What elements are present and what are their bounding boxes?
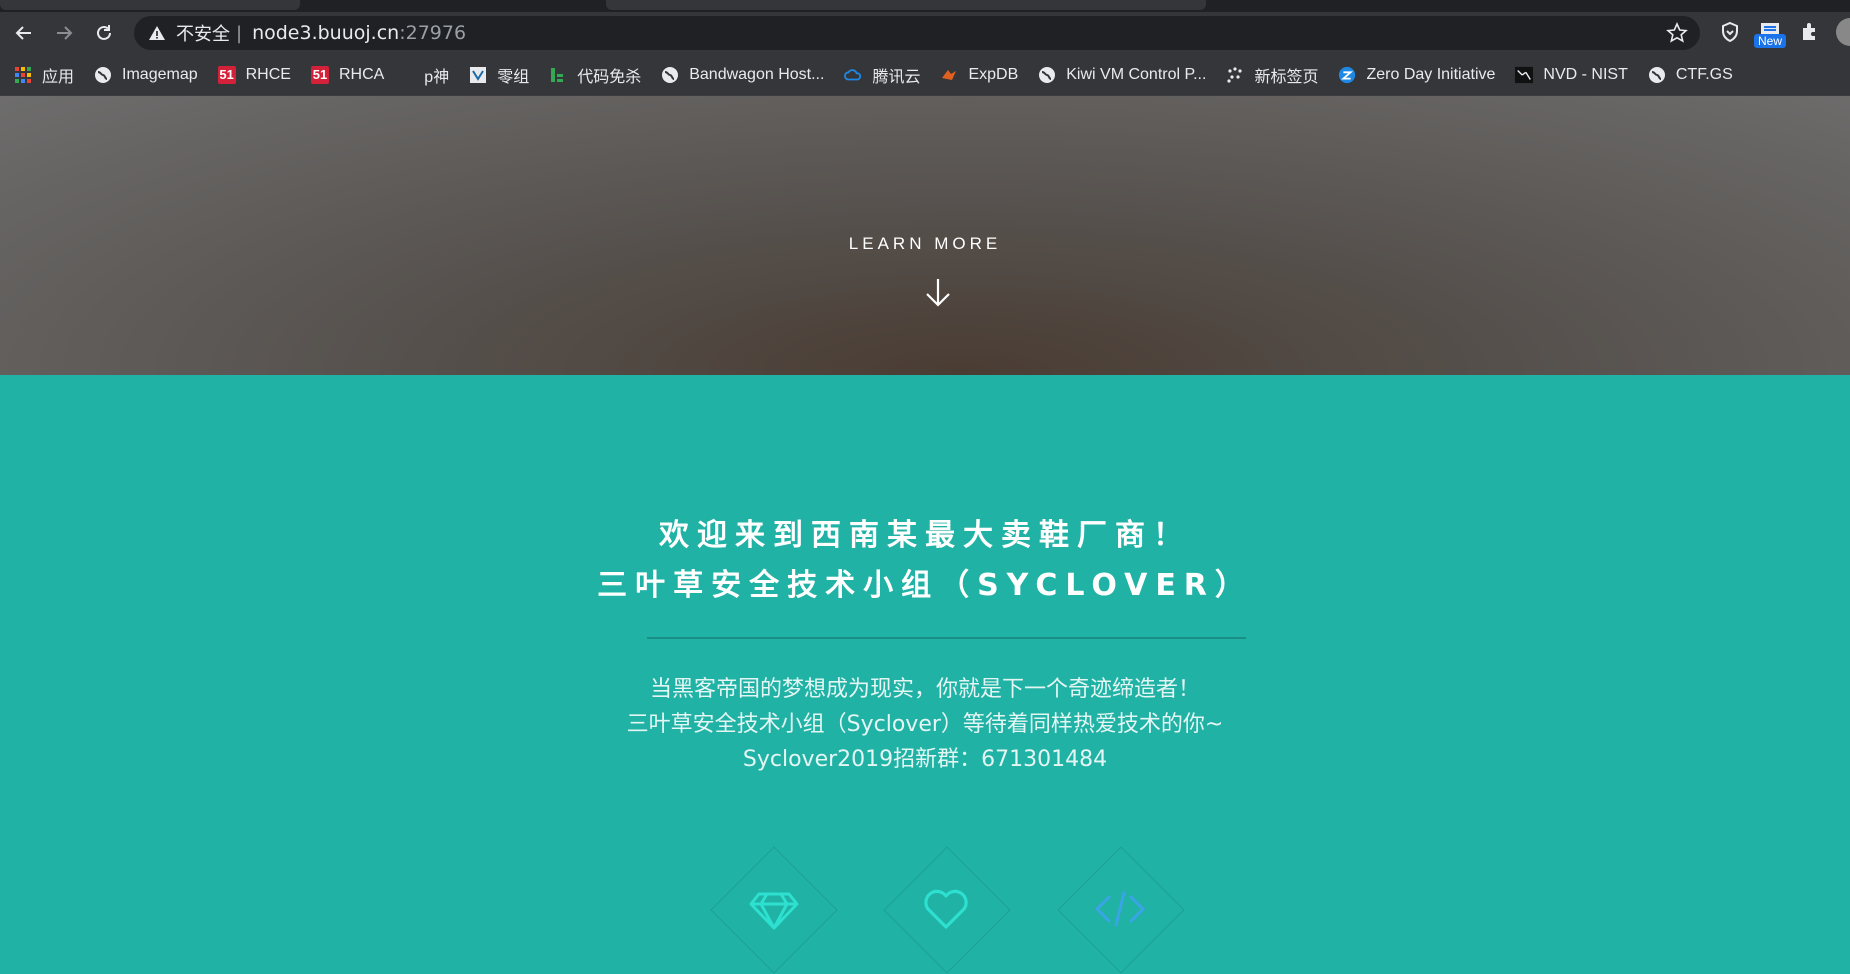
bookmark-label: ExpDB [968, 65, 1019, 83]
forward-icon [57, 26, 73, 40]
heart-icon [924, 889, 968, 929]
code-icon [1094, 891, 1146, 927]
apps-grid-icon [14, 66, 32, 84]
globe-icon [1038, 66, 1056, 84]
hero-banner: LEARN MORE [0, 96, 1850, 375]
bookmark-label: RHCA [338, 65, 385, 83]
puzzle-icon[interactable] [1798, 20, 1822, 44]
zero-group-icon [469, 66, 487, 84]
star-icon[interactable] [1666, 22, 1688, 44]
dots-icon [1226, 66, 1244, 84]
cloud-icon [844, 66, 862, 84]
bookmark-zdi[interactable]: Zero Day Initiative [1338, 66, 1495, 84]
bookmark-zero-group[interactable]: 零组 [469, 63, 529, 87]
forward-button[interactable] [44, 13, 84, 53]
reload-icon [97, 25, 111, 40]
bookmark-bandwagon[interactable]: Bandwagon Host... [661, 66, 824, 84]
bookmark-imagemap[interactable]: Imagemap [94, 66, 198, 84]
bookmark-label: Kiwi VM Control P... [1066, 65, 1207, 83]
bookmark-label: CTF.GS [1675, 65, 1733, 83]
bookmark-label: 代码免杀 [577, 68, 642, 86]
bookmark-rhce[interactable]: 51 RHCE [217, 65, 291, 84]
section-title: 欢迎来到西南某最大卖鞋厂商！ [659, 518, 1191, 553]
bookmark-label: NVD - NIST [1543, 65, 1628, 83]
bookmark-code[interactable]: 代码免杀 [549, 63, 641, 87]
bookmark-label: 应用 [42, 68, 75, 86]
bookmark-label: Bandwagon Host... [689, 65, 825, 83]
bookmark-label: RHCE [245, 65, 291, 83]
bookmark-label: Zero Day Initiative [1366, 65, 1496, 83]
bookmark-new-tab[interactable]: 新标签页 [1226, 63, 1318, 87]
bookmark-ctfgs[interactable]: CTF.GS [1648, 66, 1733, 84]
browser-toolbar: 不安全 | node3.buuoj.cn:27976 New [0, 12, 1850, 54]
shield-icon[interactable] [1718, 20, 1742, 44]
51-icon: 51 [310, 65, 329, 84]
url-port[interactable]: :27976 [399, 22, 466, 44]
bookmark-label: Imagemap [122, 65, 198, 83]
section-subtitle: 三叶草安全技术小组（SYCLOVER） [597, 568, 1253, 603]
tab[interactable] [0, 0, 300, 10]
recruit-group-line: Syclover2019招新群：671301484 [742, 747, 1108, 772]
globe-icon [94, 66, 112, 84]
tab[interactable] [606, 0, 1206, 10]
zdi-icon [1338, 66, 1356, 84]
globe-icon [661, 66, 679, 84]
description-line: 当黑客帝国的梦想成为现实，你就是下一个奇迹缔造者！ [649, 677, 1200, 702]
back-button[interactable] [4, 13, 44, 53]
arrow-down-icon[interactable] [923, 276, 953, 310]
reload-button[interactable] [84, 13, 124, 53]
bookmark-tencent-cloud[interactable]: 腾讯云 [844, 63, 920, 87]
learn-more-link[interactable]: LEARN MORE [0, 234, 1850, 254]
nvd-icon [1515, 66, 1534, 84]
intro-section: 欢迎来到西南某最大卖鞋厂商！ 三叶草安全技术小组（SYCLOVER） 当黑客帝国… [0, 375, 1850, 974]
bookmark-label: 新标签页 [1254, 68, 1319, 86]
new-badge: New [1754, 34, 1787, 48]
bookmark-label: 腾讯云 [872, 68, 921, 86]
url-separator: | [236, 22, 243, 44]
bookmark-apps[interactable]: 应用 [14, 63, 74, 87]
bookmark-label: 零组 [497, 68, 530, 86]
exploit-icon [940, 66, 958, 84]
51-icon: 51 [217, 65, 236, 84]
globe-icon [1648, 66, 1666, 84]
bookmark-label: p神 [424, 68, 450, 86]
diamond-icon [749, 892, 799, 930]
bookmark-rhca[interactable]: 51 RHCA [310, 65, 385, 84]
profile-avatar[interactable] [1836, 18, 1850, 46]
bookmarks-bar: 应用 Imagemap 51 RHCE 51 RHCA p神 零组 代码免杀 B… [0, 54, 1850, 96]
address-bar[interactable]: 不安全 | node3.buuoj.cn:27976 [134, 16, 1700, 50]
bookmark-expdb[interactable]: ExpDB [940, 66, 1018, 84]
back-icon [15, 26, 31, 40]
bookmark-p[interactable]: p神 [424, 63, 449, 87]
tab-strip [0, 0, 1850, 12]
warning-icon[interactable] [148, 24, 166, 42]
bookmark-nvd[interactable]: NVD - NIST [1515, 65, 1628, 84]
divider [647, 637, 1246, 639]
url-host[interactable]: node3.buuoj.cn [252, 22, 399, 44]
bookmark-kiwi[interactable]: Kiwi VM Control P... [1038, 66, 1206, 84]
insecure-label[interactable]: 不安全 [176, 20, 230, 46]
description-line: 三叶草安全技术小组（Syclover）等待着同样热爱技术的你~ [626, 712, 1224, 737]
bar-icon [549, 66, 567, 84]
